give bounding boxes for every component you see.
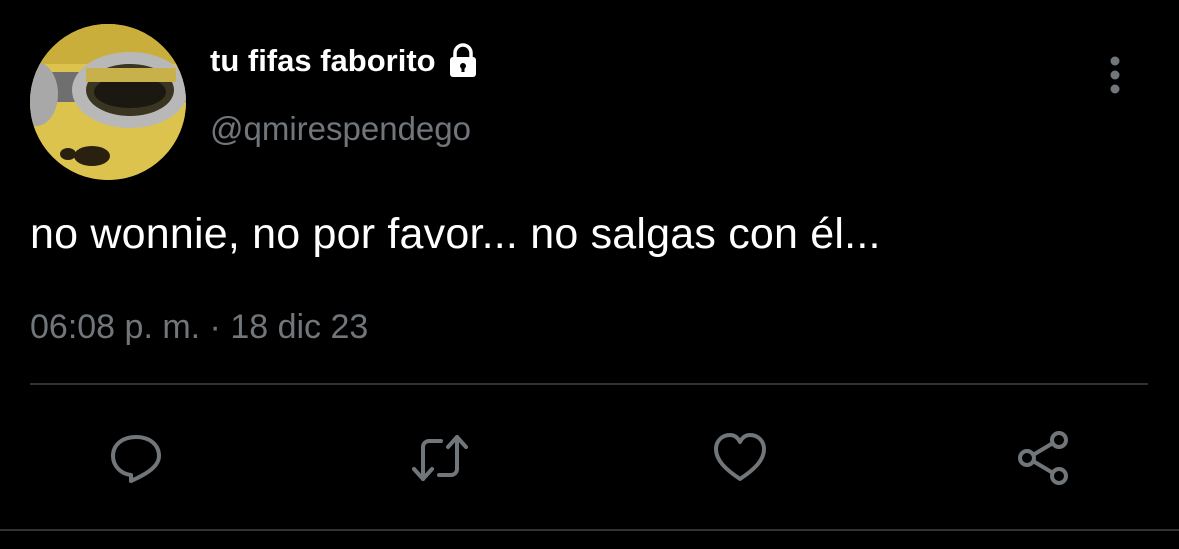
share-button[interactable] (1014, 428, 1074, 488)
reply-button[interactable] (106, 428, 166, 488)
lock-icon (444, 42, 482, 80)
bottom-divider (0, 529, 1179, 531)
avatar[interactable] (30, 24, 186, 180)
retweet-icon (409, 429, 471, 487)
timestamp[interactable]: 06:08 p. m. · 18 dic 23 (30, 308, 368, 347)
reply-icon (107, 429, 165, 487)
display-name-row[interactable]: tu fifas faborito (210, 42, 482, 80)
retweet-button[interactable] (410, 428, 470, 488)
user-handle[interactable]: @qmirespendego (210, 110, 471, 148)
heart-icon (711, 429, 769, 487)
avatar-image (30, 24, 186, 180)
more-vertical-icon[interactable] (1098, 54, 1132, 96)
share-icon (1015, 429, 1073, 487)
display-name[interactable]: tu fifas faborito (210, 43, 436, 79)
tweet-text: no wonnie, no por favor... no salgas con… (30, 210, 881, 258)
like-button[interactable] (710, 428, 770, 488)
divider (30, 383, 1148, 385)
